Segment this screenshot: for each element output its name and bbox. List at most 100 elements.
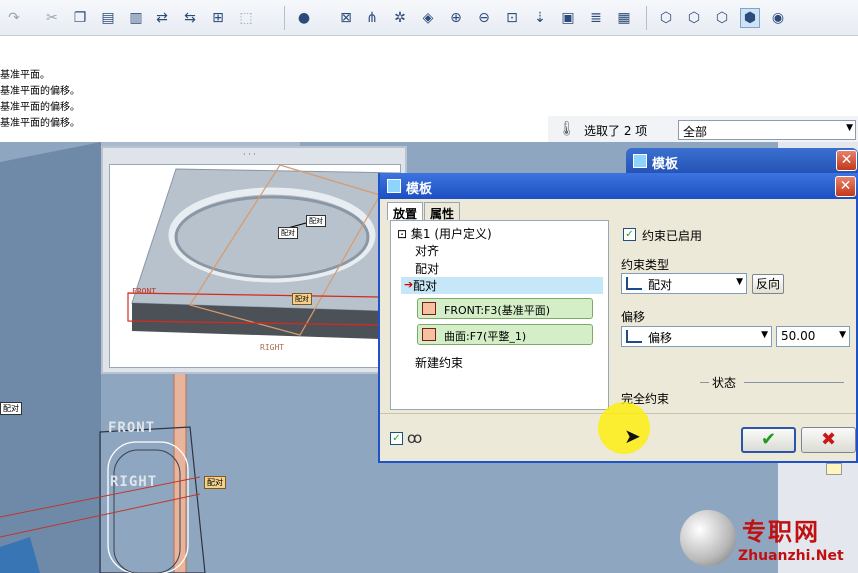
mate-tag: 配对 — [306, 215, 326, 227]
shading-icon[interactable]: ● — [294, 8, 314, 28]
wireframe-outline — [113, 449, 181, 573]
zoom-out-icon[interactable]: ⊖ — [474, 8, 494, 28]
regenerate-icon[interactable]: ⇄ — [152, 8, 172, 28]
constraint-tree: ⊡ 集1 (用户定义) 对齐 配对 配对 ➔ FRONT:F3(基准平面) 曲面… — [390, 220, 609, 410]
watermark: 专职网 Zhuanzhi.Net — [676, 508, 858, 573]
mate-tag: 配对 — [204, 476, 226, 489]
regenerate-manager-icon[interactable]: ⇆ — [180, 8, 200, 28]
tab-properties[interactable]: 属性 — [424, 202, 461, 221]
message-line: 基准平面的偏移。 — [0, 102, 80, 113]
tree-item-mate[interactable]: 配对 — [415, 260, 439, 277]
tree-item-mate-selected[interactable]: 配对 — [401, 277, 603, 294]
paste-icon[interactable]: ▤ — [98, 8, 118, 28]
zoom-in-icon[interactable]: ⊕ — [446, 8, 466, 28]
background-plane — [0, 142, 101, 573]
model-render — [127, 165, 400, 339]
label-right: RIGHT — [260, 343, 285, 352]
new-constraint-item[interactable]: 新建约束 — [415, 354, 463, 371]
layers-icon[interactable]: ▣ — [558, 8, 578, 28]
offset-type-select[interactable]: 偏移 ▼ — [621, 326, 772, 347]
find-icon[interactable]: ⊞ — [208, 8, 228, 28]
reference-surface[interactable]: 曲面:F7(平整_1) — [417, 324, 593, 345]
message-line: 基准平面的偏移。 — [0, 118, 80, 129]
background-dialog-title: 模板 — [652, 157, 679, 172]
template-icon — [633, 154, 647, 168]
constraint-type-value: 配对 — [648, 278, 673, 292]
offset-type-value: 偏移 — [648, 331, 673, 345]
divider — [700, 382, 709, 383]
chevron-down-icon: ▼ — [736, 277, 743, 287]
selection-arrow-icon: ➔ — [404, 278, 414, 291]
label-front-bg: FRONT — [108, 420, 156, 436]
chevron-down-icon: ▼ — [839, 330, 846, 340]
cut-icon[interactable]: ✂ — [42, 8, 62, 28]
glasses-icon: ꝏ — [407, 429, 423, 447]
selection-filter-value: 全部 — [683, 125, 708, 139]
close-icon[interactable]: ✕ — [835, 176, 856, 197]
selection-count: 选取了 2 项 — [584, 124, 648, 138]
flip-button[interactable]: 反向 — [752, 274, 784, 294]
spin-center-icon[interactable]: ✲ — [390, 8, 410, 28]
selection-filter-select[interactable]: 全部 ▼ — [678, 120, 856, 140]
watermark-text-cn: 专职网 — [742, 517, 820, 546]
chevron-down-icon: ▼ — [846, 123, 853, 133]
model-preview-canvas[interactable]: FRONT RIGHT 配对 配对 配对 — [109, 164, 401, 368]
no-hidden-icon[interactable]: ⬡ — [712, 8, 732, 28]
wireframe-outline — [99, 426, 206, 573]
mate-tag: 配对 — [0, 402, 22, 415]
refit-icon[interactable]: ⊠ — [336, 8, 356, 28]
dialog-title: 模板 — [406, 182, 433, 197]
toolbar-separator — [646, 6, 647, 30]
watermark-text-en: Zhuanzhi.Net — [738, 548, 844, 564]
offset-label: 偏移 — [621, 310, 646, 324]
constraint-enabled-checkbox[interactable]: ✓ — [623, 228, 636, 241]
tab-placement[interactable]: 放置 — [387, 202, 424, 221]
toolbar-separator — [284, 6, 285, 30]
constraint-type-label: 约束类型 — [621, 258, 670, 272]
tooltip-marker — [826, 463, 842, 475]
appearance-icon[interactable]: ◉ — [768, 8, 788, 28]
model-preview-window: · · · FRONT RIGHT 配对 配对 配对 — [101, 146, 407, 374]
shaded-icon[interactable]: ⬢ — [740, 8, 760, 28]
copy-icon[interactable]: ❐ — [70, 8, 90, 28]
redo-icon[interactable]: ↷ — [4, 8, 24, 28]
dialog-titlebar[interactable]: 模板 ✕ — [380, 173, 858, 199]
hidden-line-icon[interactable]: ⬡ — [684, 8, 704, 28]
datum-plane-icon — [422, 302, 436, 315]
chevron-down-icon: ▼ — [761, 330, 768, 340]
tree-item-align[interactable]: 对齐 — [415, 242, 439, 259]
status-heading: 状态 — [712, 376, 737, 390]
watermark-logo — [680, 510, 736, 566]
ok-button[interactable]: ✔ — [741, 427, 796, 453]
template-icon — [387, 179, 401, 193]
message-line: 基准平面。 — [0, 70, 50, 81]
constraint-enabled-label: 约束已启用 — [642, 229, 703, 243]
background-dialog-titlebar: 模板 ✕ — [626, 148, 858, 174]
constraint-type-select[interactable]: 配对 ▼ — [621, 273, 747, 294]
zoom-fit-icon[interactable]: ⊡ — [502, 8, 522, 28]
mouse-cursor-icon: ➤ — [624, 424, 641, 448]
model-player-icon[interactable]: ▦ — [614, 8, 634, 28]
reference-front[interactable]: FRONT:F3(基准平面) — [417, 298, 593, 319]
orient-icon[interactable]: ◈ — [418, 8, 438, 28]
select-box-icon[interactable]: ⬚ — [236, 8, 256, 28]
datum-display-icon[interactable]: ⋔ — [362, 8, 382, 28]
offset-value-text: 50.00 — [781, 329, 816, 343]
mate-icon — [626, 277, 642, 290]
offset-value-input[interactable]: 50.00 ▼ — [776, 326, 850, 347]
model-tree-icon[interactable]: ≣ — [586, 8, 606, 28]
thermometer-icon: 🌡 — [558, 121, 576, 137]
close-icon[interactable]: ✕ — [836, 150, 857, 171]
label-front: FRONT — [132, 287, 157, 296]
label-right-bg: RIGHT — [110, 474, 158, 490]
view-manager-icon[interactable]: ⇣ — [530, 8, 550, 28]
reference-front-label: FRONT:F3(基准平面) — [444, 304, 550, 317]
paste-special-icon[interactable]: ▥ — [126, 8, 146, 28]
tree-item-set[interactable]: ⊡ 集1 (用户定义) — [397, 225, 492, 242]
mate-tag: 配对 — [278, 227, 298, 239]
cancel-button[interactable]: ✖ — [801, 427, 856, 453]
divider — [744, 382, 844, 383]
window-grip: · · · — [243, 150, 256, 159]
wireframe-icon[interactable]: ⬡ — [656, 8, 676, 28]
preview-checkbox[interactable]: ✓ — [390, 432, 403, 445]
